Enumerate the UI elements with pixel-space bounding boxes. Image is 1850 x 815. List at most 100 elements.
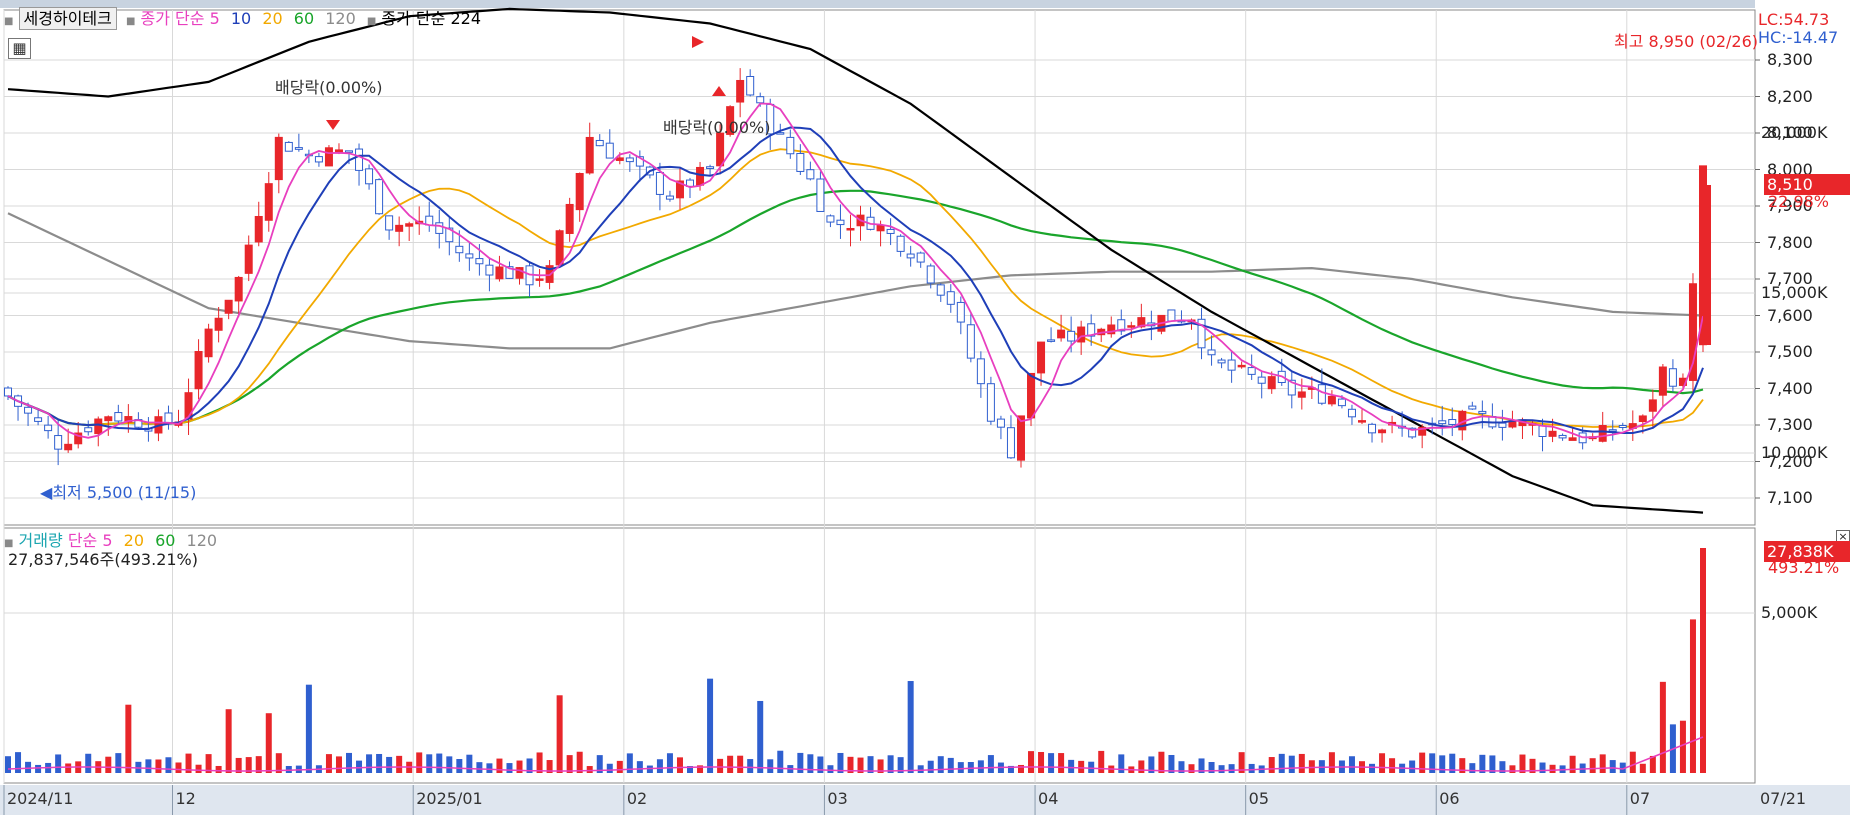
legend-bullet-icon: ■ [366,16,377,27]
volume-info: 27,837,546주(493.21%) [8,550,199,569]
volume-bar [496,758,503,773]
volume-bar [506,763,513,773]
candle-body [465,253,474,259]
candle-body [1227,359,1236,371]
candle-body [1558,434,1567,439]
candle-body [1438,420,1447,425]
candle-body [495,266,504,280]
candle-body [1608,429,1617,432]
volume-bar [1268,757,1275,773]
candle-body [796,153,805,172]
candle-body [164,412,173,423]
volume-bar [947,757,954,773]
candle-body [1618,425,1627,429]
volume-bar [35,764,42,773]
candle-body [1538,425,1547,437]
candle-body [1037,341,1046,374]
volume-bar [105,756,112,773]
volume-bar [1679,720,1686,773]
candle-body [1378,429,1387,434]
candle-body [655,171,664,195]
date-axis-bar [0,785,1850,815]
date-label: 06 [1439,789,1460,808]
candle-body [1016,415,1025,461]
volume-bar [366,754,373,773]
candle-body [104,416,113,422]
candle-body [565,203,574,234]
candle-body [1297,391,1306,398]
candle-body [976,358,985,385]
volume-bar [957,762,964,773]
high-arrow-icon [692,36,704,48]
volume-bar [1469,763,1476,773]
candle-body [24,406,33,414]
volume-bar [115,753,122,773]
candle-body [214,317,223,331]
volume-bar [1639,763,1646,773]
volume-bar [1048,753,1055,773]
candle-body [1598,425,1607,442]
candle-body [485,264,494,276]
volume-bar [707,678,714,773]
volume-bar [927,760,934,773]
current-change-tag: 22.98% [1768,192,1830,211]
candle-body [1127,325,1136,328]
legend-bullet-icon: ■ [125,16,136,27]
candle-body [475,258,484,265]
volume-bar [1228,764,1235,773]
candle-body [615,157,624,161]
candle-body [876,225,885,232]
candle-body [1468,405,1477,410]
volume-bar [335,756,342,773]
candle-body [1337,398,1346,407]
ma10-legend: 10 [230,9,252,28]
volume-bar [1038,751,1045,773]
volume-bar [305,684,312,773]
candle-body [896,235,905,252]
candle-body [264,183,273,221]
volume-bar [737,755,744,773]
volume-bar [15,752,22,773]
date-label: 04 [1038,789,1059,808]
stock-chart[interactable] [0,0,1850,815]
candle-body [756,96,765,104]
ma120-legend: 120 [325,9,356,28]
candle-body [1688,283,1697,381]
volume-bar [917,765,924,773]
volume-bar [1629,751,1636,773]
candle-body [1498,422,1507,428]
dividend-arrow-icon [326,120,340,130]
calendar-icon[interactable]: ▦ [8,38,31,59]
volume-bar [55,754,62,773]
volume-bar [215,765,222,773]
candle-body [1217,359,1226,364]
candle-body [816,178,825,212]
ma5-legend: 5 [209,9,220,28]
lc-label: LC:54.73 [1758,10,1830,29]
volume-tick-label: 5,000K [1761,603,1818,622]
volume-bar [175,762,182,773]
candle-body [284,141,293,152]
volume-bar [195,764,202,773]
candle-body [395,224,404,232]
volume-bar [1328,752,1335,773]
stock-name-box[interactable]: 세경하이테크 [18,7,117,30]
candle-body [665,195,674,200]
date-label: 05 [1248,789,1270,808]
candle-body [435,222,444,234]
candle-body [64,443,73,451]
candle-body [1247,367,1256,375]
candle-body [956,301,965,323]
volume-bar [1348,756,1355,773]
volume-bar [767,759,774,773]
legend-bullet-icon: ■ [4,16,14,27]
volume-bar [1609,760,1616,773]
volume-bar [606,763,613,773]
candle-body [746,75,755,96]
volume-bar [1078,760,1085,773]
candle-body [966,324,975,359]
candle-body [375,179,384,215]
vol-ma20-legend: 20 [123,531,144,550]
candle-body [254,215,263,243]
candle-body [355,148,364,171]
